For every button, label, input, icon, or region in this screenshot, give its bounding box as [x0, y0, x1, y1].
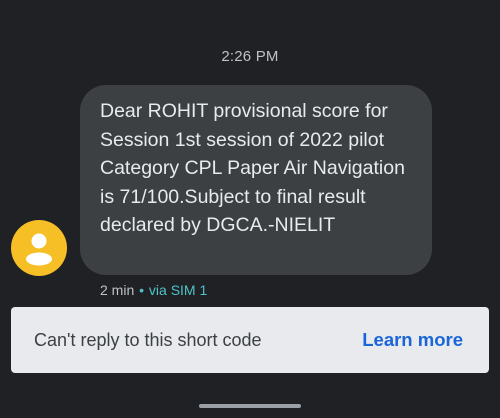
- message-timestamp: 2:26 PM: [221, 48, 279, 65]
- message-bubble[interactable]: Dear ROHIT provisional score for Session…: [80, 85, 432, 275]
- message-age: 2 min: [100, 282, 135, 298]
- reply-disabled-notice: Can't reply to this short code: [34, 329, 262, 350]
- meta-separator: •: [139, 282, 145, 298]
- message-text: Dear ROHIT provisional score for Session…: [100, 100, 405, 236]
- message-meta: 2 min • via SIM 1: [100, 282, 207, 298]
- sim-label: via SIM 1: [148, 282, 208, 298]
- person-icon: [26, 233, 52, 266]
- learn-more-link[interactable]: Learn more: [362, 329, 463, 351]
- sender-avatar[interactable]: [11, 220, 67, 276]
- reply-disabled-bar: Can't reply to this short code Learn mor…: [11, 307, 489, 373]
- gesture-nav-handle[interactable]: [199, 404, 301, 408]
